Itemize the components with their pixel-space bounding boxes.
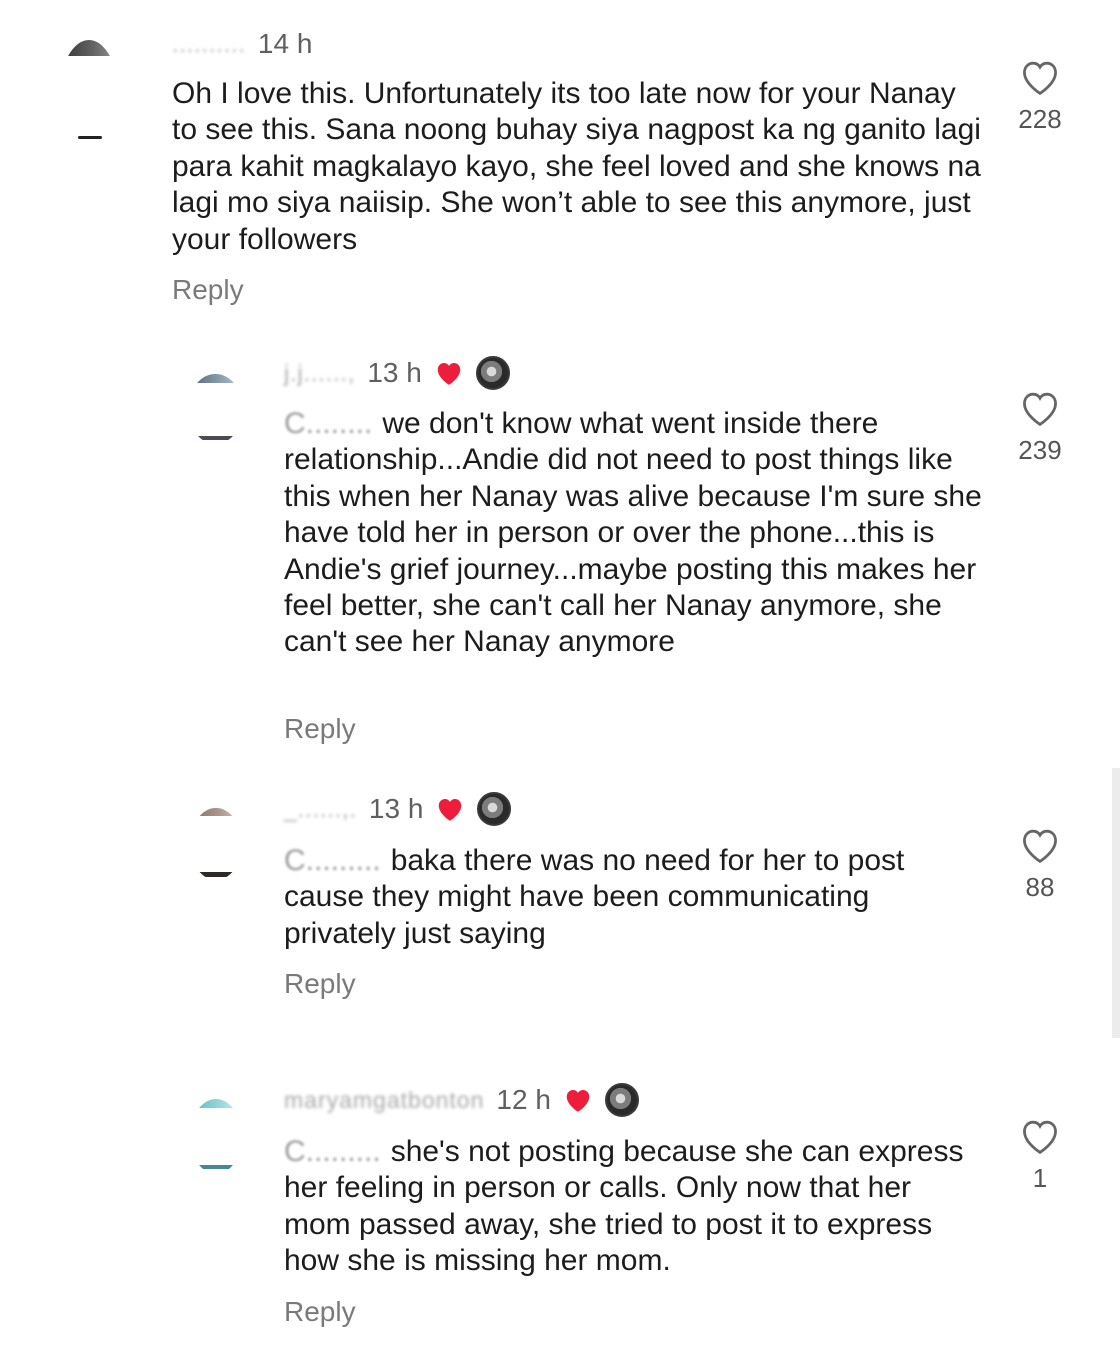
timestamp: 12 h	[496, 1084, 551, 1115]
timestamp: 13 h	[368, 793, 424, 824]
username[interactable]: maryamgatbonton	[284, 1087, 484, 1114]
reply-button[interactable]: Reply	[284, 968, 356, 1000]
like-button[interactable]: 239	[1000, 389, 1080, 466]
creator-heart-icon	[437, 363, 461, 385]
heart-outline-icon	[1023, 392, 1057, 427]
creator-avatar	[477, 792, 512, 826]
creator-avatar	[475, 356, 510, 390]
like-count: 88	[1025, 872, 1055, 902]
like-button[interactable]: 228	[1000, 58, 1080, 135]
creator-heart-icon	[566, 1090, 590, 1112]
reply-button[interactable]: Reply	[284, 1296, 356, 1328]
avatar[interactable]	[190, 1099, 242, 1174]
avatar[interactable]	[188, 374, 243, 444]
comment-text: C......... baka there was no need for her…	[284, 844, 905, 950]
creator-heart-icon	[439, 799, 462, 821]
username[interactable]: _......,.	[284, 796, 357, 823]
scrollbar[interactable]	[1112, 768, 1120, 1038]
like-count: 239	[1018, 435, 1062, 465]
reply-button[interactable]: Reply	[284, 713, 356, 745]
like-button[interactable]: 1	[1000, 1117, 1080, 1194]
username[interactable]: ..........	[172, 31, 246, 58]
comment-text: C........ we don't know what went inside …	[284, 407, 982, 659]
heart-outline-icon	[1023, 1120, 1057, 1155]
like-button[interactable]: 88	[1000, 826, 1080, 903]
heart-outline-icon	[1023, 829, 1057, 864]
mention[interactable]: C........	[284, 407, 372, 440]
like-count: 228	[1018, 104, 1062, 134]
comment-text: Oh I love this. Unfortunately its too la…	[172, 77, 981, 256]
avatar[interactable]	[60, 40, 118, 145]
heart-outline-icon	[1023, 61, 1057, 96]
mention[interactable]: C.........	[284, 844, 381, 877]
avatar[interactable]	[190, 808, 242, 880]
timestamp: 13 h	[367, 357, 422, 388]
username[interactable]: j.j......,	[284, 360, 355, 387]
timestamp: 14 h	[257, 28, 313, 59]
reply-button[interactable]: Reply	[172, 274, 244, 306]
like-count: 1	[1032, 1163, 1048, 1193]
creator-avatar	[604, 1083, 639, 1117]
mention[interactable]: C.........	[284, 1135, 381, 1168]
comment-text: C......... she's not posting because she …	[284, 1135, 964, 1278]
